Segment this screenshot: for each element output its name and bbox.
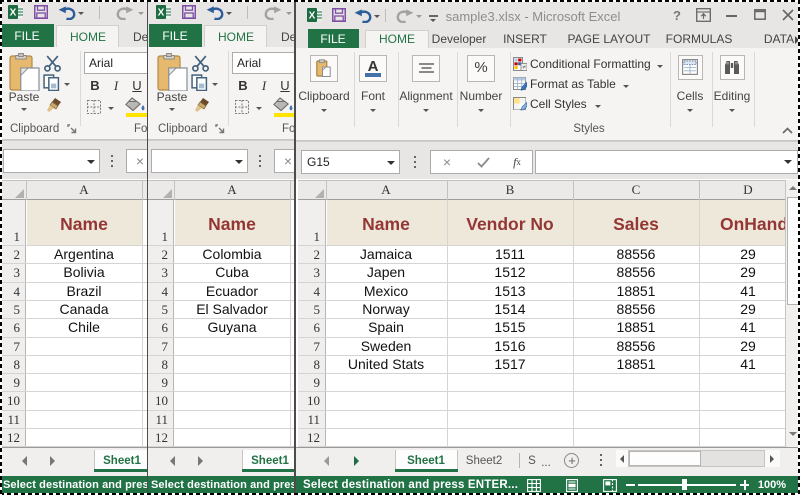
svg-text:≠: ≠: [522, 64, 526, 71]
svg-text:X: X: [10, 8, 17, 19]
svg-text:X: X: [158, 8, 165, 19]
svg-text:X: X: [309, 11, 316, 22]
